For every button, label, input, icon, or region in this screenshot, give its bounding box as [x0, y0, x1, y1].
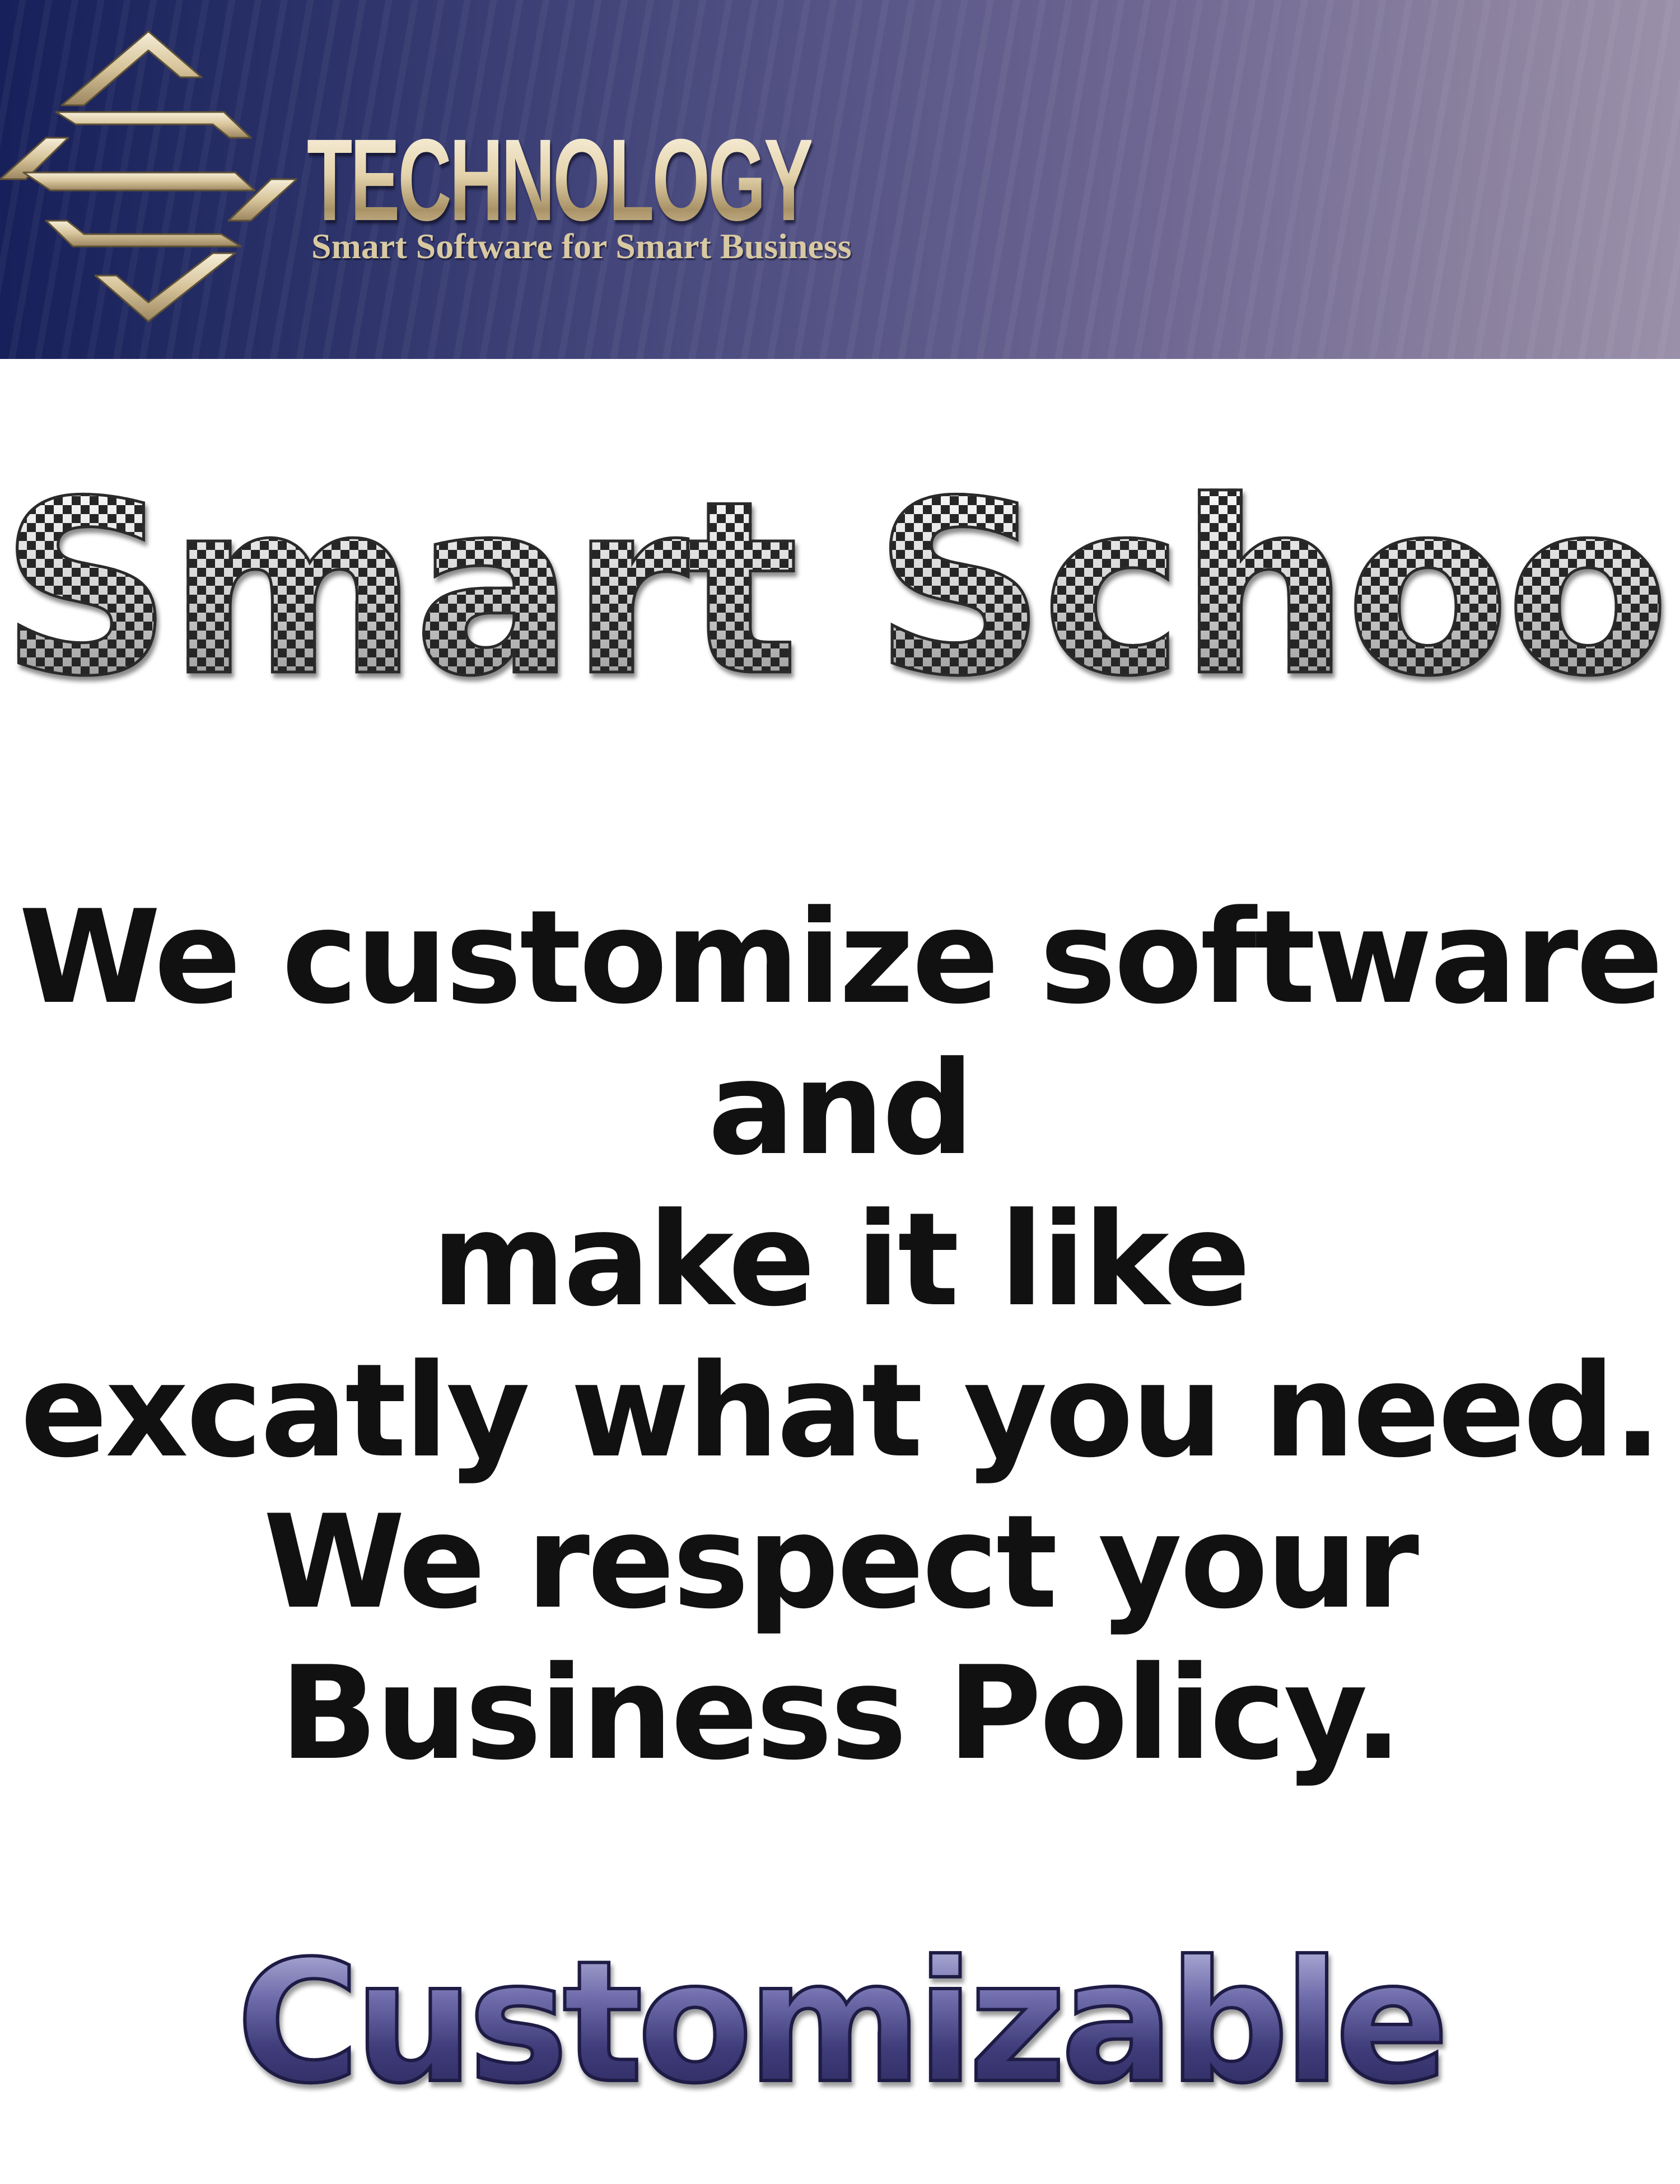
brand-word: TECHNOLOGY [307, 115, 814, 245]
message-line: Business Policy. [279, 1639, 1402, 1789]
footer-word: Customizable [0, 1937, 1680, 2108]
diamond-s-logo-icon [0, 30, 297, 323]
message-line: We customize software [18, 883, 1664, 1033]
product-title: Smart School [0, 450, 1680, 729]
message-line: and [708, 1034, 974, 1184]
brand-tagline: Smart Software for Smart Business [311, 226, 852, 266]
message-line: excatly what you need. [20, 1337, 1662, 1486]
message-line: We respect your [263, 1488, 1419, 1637]
header-banner: TECHNOLOGY Smart Software for Smart Busi… [0, 0, 1680, 359]
marketing-message: We customize software and make it like e… [0, 883, 1680, 1790]
message-line: make it like [431, 1186, 1250, 1335]
